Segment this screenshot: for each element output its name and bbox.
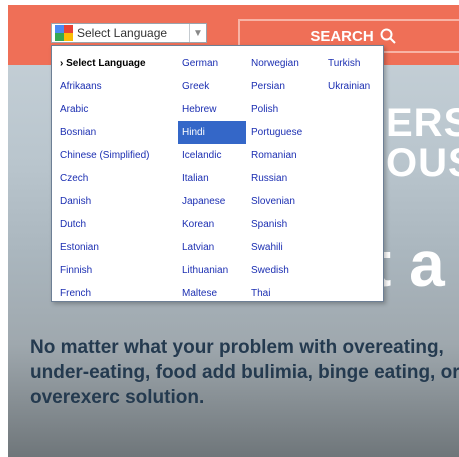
language-option[interactable]: Dutch	[60, 213, 149, 236]
language-option[interactable]: Finnish	[60, 259, 149, 282]
language-option[interactable]: Bosnian	[60, 121, 149, 144]
language-option[interactable]: Portuguese	[251, 121, 302, 144]
language-column: German Greek Hebrew Hindi Icelandic Italian Ja…	[178, 52, 246, 305]
google-translate-icon	[55, 25, 73, 41]
language-option[interactable]: Romanian	[251, 144, 302, 167]
heading-fragment: OUS	[386, 141, 459, 185]
language-column: Turkish Ukrainian	[328, 52, 370, 98]
language-select-label: Select Language	[77, 26, 168, 40]
language-option[interactable]: Lithuanian	[182, 259, 246, 282]
language-column: › Select Language Afrikaans Arabic Bosnian C…	[60, 52, 149, 305]
language-option[interactable]: Spanish	[251, 213, 302, 236]
language-option[interactable]: › Select Language	[60, 52, 149, 75]
language-option[interactable]: Icelandic	[182, 144, 246, 167]
search-icon	[380, 28, 396, 44]
language-option[interactable]: Maltese	[182, 282, 246, 305]
language-option[interactable]: Thai	[251, 282, 302, 305]
language-option[interactable]: Chinese (Simplified)	[60, 144, 149, 167]
language-option[interactable]: Afrikaans	[60, 75, 149, 98]
language-option[interactable]: Czech	[60, 167, 149, 190]
language-option[interactable]: Norwegian	[251, 52, 302, 75]
search-button-label: SEARCH	[310, 27, 374, 45]
language-option[interactable]: Arabic	[60, 98, 149, 121]
language-option[interactable]: Italian	[182, 167, 246, 190]
language-column: Norwegian Persian Polish Portuguese Romanian…	[251, 52, 302, 305]
language-option[interactable]: Latvian	[182, 236, 246, 259]
language-option[interactable]: Danish	[60, 190, 149, 213]
language-option[interactable]: Japanese	[182, 190, 246, 213]
language-select[interactable]: Select Language ▼	[51, 23, 207, 43]
language-option[interactable]: Persian	[251, 75, 302, 98]
language-option[interactable]: French	[60, 282, 149, 305]
language-option[interactable]: Swahili	[251, 236, 302, 259]
language-option[interactable]: German	[182, 52, 246, 75]
language-option[interactable]: Korean	[182, 213, 246, 236]
language-option[interactable]: Slovenian	[251, 190, 302, 213]
language-option[interactable]: Greek	[182, 75, 246, 98]
language-dropdown-menu: › Select Language Afrikaans Arabic Bosnian C…	[51, 45, 384, 302]
language-option[interactable]: Hebrew	[182, 98, 246, 121]
intro-paragraph: No matter what your problem with overeat…	[30, 337, 459, 408]
language-option[interactable]: Polish	[251, 98, 302, 121]
language-option[interactable]: Estonian	[60, 236, 149, 259]
language-option[interactable]: Swedish	[251, 259, 302, 282]
chevron-down-icon[interactable]: ▼	[189, 24, 206, 42]
language-option[interactable]: Ukrainian	[328, 75, 370, 98]
language-option[interactable]: Turkish	[328, 52, 370, 75]
language-option[interactable]: Russian	[251, 167, 302, 190]
language-option[interactable]: Hindi	[178, 121, 246, 144]
heading-fragment: ERS	[386, 101, 459, 145]
